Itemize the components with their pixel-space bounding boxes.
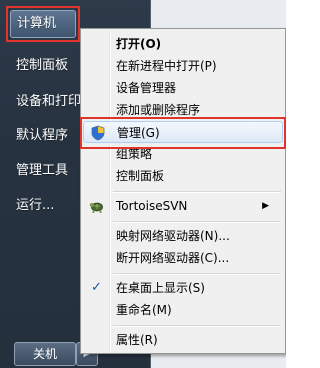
start-item-run[interactable]: 运行...: [10, 192, 54, 220]
menu-item-group-policy[interactable]: 组策略: [83, 143, 283, 165]
menu-separator: [113, 221, 281, 223]
shutdown-label: 关机: [32, 347, 57, 361]
menu-item-label: 映射网络驱动器(N)...: [116, 229, 230, 243]
start-item-admin-tools[interactable]: 管理工具: [10, 157, 68, 185]
menu-item-open[interactable]: 打开(O): [83, 33, 283, 55]
menu-item-device-manager[interactable]: 设备管理器: [83, 77, 283, 99]
menu-item-label: TortoiseSVN: [116, 199, 188, 213]
menu-item-rename[interactable]: 重命名(M): [83, 299, 283, 321]
menu-item-map-network-drive[interactable]: 映射网络驱动器(N)...: [83, 225, 283, 247]
context-menu: 打开(O) 在新进程中打开(P) 设备管理器 添加或删除程序 管理(G) 组策略: [80, 28, 286, 354]
start-item-control-panel[interactable]: 控制面板: [10, 52, 68, 80]
menu-separator: [113, 325, 281, 327]
menu-item-label: 打开(O): [116, 37, 162, 51]
checkmark-icon: ✓: [91, 280, 102, 295]
menu-separator: [113, 191, 281, 193]
menu-separator: [113, 273, 281, 275]
menu-item-properties[interactable]: 属性(R): [83, 329, 283, 351]
menu-item-control-panel[interactable]: 控制面板: [83, 165, 283, 187]
menu-item-label: 重命名(M): [116, 303, 172, 317]
chevron-right-icon: ▶: [262, 201, 269, 211]
menu-item-label: 在桌面上显示(S): [116, 281, 205, 295]
start-item-label: 控制面板: [16, 58, 69, 73]
menu-item-label: 断开网络驱动器(C)...: [116, 251, 230, 265]
menu-item-add-remove-programs[interactable]: 添加或删除程序: [83, 99, 283, 121]
start-item-computer[interactable]: 计算机: [10, 10, 76, 38]
start-item-label: 默认程序: [16, 128, 69, 143]
menu-item-open-new-process[interactable]: 在新进程中打开(P): [83, 55, 283, 77]
tortoise-icon: [89, 198, 105, 214]
menu-item-label: 设备管理器: [116, 81, 177, 95]
menu-item-tortoisesvn[interactable]: TortoiseSVN ▶: [83, 195, 283, 217]
menu-item-disconnect-network-drive[interactable]: 断开网络驱动器(C)...: [83, 247, 283, 269]
menu-item-label: 在新进程中打开(P): [116, 59, 217, 73]
menu-item-label: 管理(G): [117, 126, 160, 140]
menu-item-label: 控制面板: [116, 169, 165, 183]
menu-item-label: 组策略: [116, 147, 153, 161]
start-item-label: 管理工具: [16, 163, 69, 178]
shutdown-button[interactable]: 关机: [14, 342, 76, 366]
menu-item-manage[interactable]: 管理(G): [83, 121, 283, 143]
start-item-label: 计算机: [17, 16, 57, 31]
menu-item-show-on-desktop[interactable]: ✓ 在桌面上显示(S): [83, 277, 283, 299]
menu-item-label: 添加或删除程序: [116, 103, 201, 117]
menu-item-label: 属性(R): [116, 333, 158, 347]
shield-icon: [90, 125, 106, 141]
start-item-default-programs[interactable]: 默认程序: [10, 122, 68, 150]
start-item-label: 运行...: [16, 198, 55, 213]
screenshot: 计算机 控制面板 设备和打印机 默认程序 管理工具 运行... 关机 ▶ 打开(…: [0, 0, 286, 368]
